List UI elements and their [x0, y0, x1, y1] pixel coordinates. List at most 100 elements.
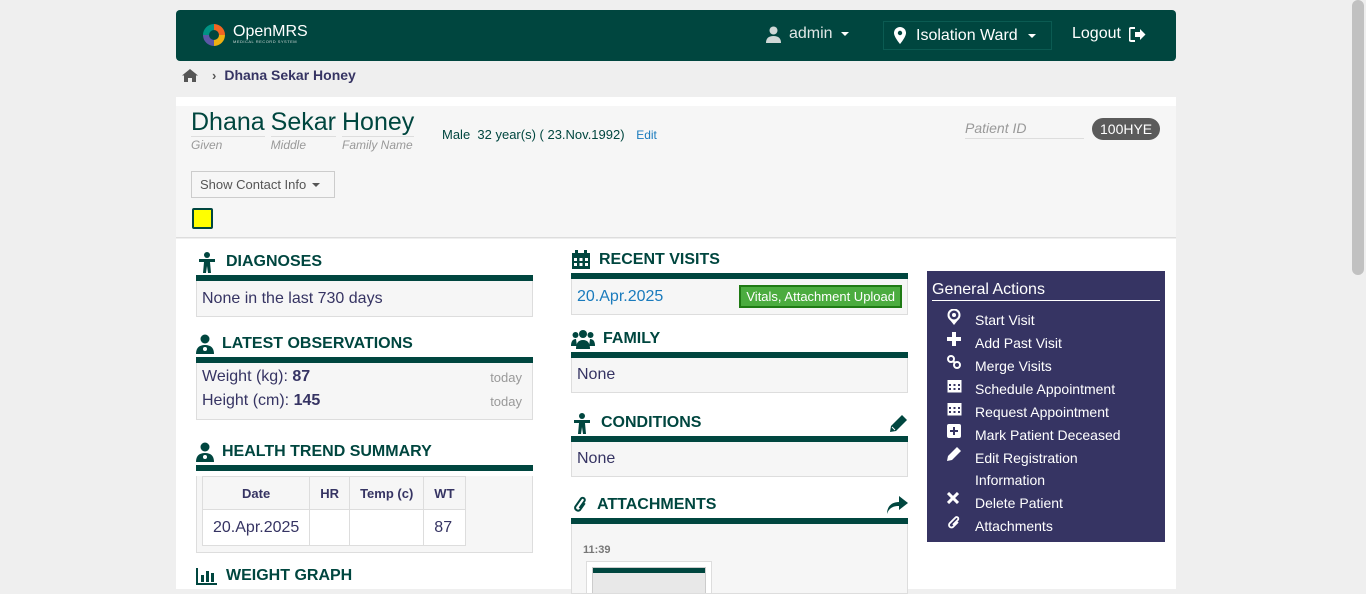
table-cell: 20.Apr.2025: [201, 509, 311, 546]
mark-deceased-action[interactable]: Mark Patient Deceased: [932, 424, 1160, 446]
edit-demographics-link[interactable]: Edit: [636, 128, 657, 142]
action-label: Edit Registration Information: [975, 450, 1078, 488]
table-cell: [349, 509, 425, 546]
logo-subtext: MEDICAL RECORD SYSTEM: [233, 39, 298, 44]
page-scrollbar[interactable]: [1352, 0, 1364, 275]
observation-row: Weight (kg): 87 today: [197, 365, 532, 389]
paperclip-icon: [947, 515, 963, 530]
observation-time: today: [490, 393, 522, 409]
recent-visits-title: RECENT VISITS: [599, 251, 720, 268]
show-contact-info-button[interactable]: Show Contact Info: [191, 171, 335, 198]
contact-button-label: Show Contact Info: [200, 177, 307, 192]
dashboard-content: DIAGNOSES None in the last 730 days LATE…: [176, 239, 1176, 594]
top-navbar: OpenMRS MEDICAL RECORD SYSTEM admin Isol…: [176, 10, 1176, 61]
table-cell: [309, 509, 351, 546]
conditions-text: None: [577, 450, 616, 467]
plus-icon: [947, 332, 963, 346]
column-header: WT: [423, 476, 466, 510]
sign-out-icon: [1128, 26, 1146, 42]
health-trend-section: HEALTH TREND SUMMARY Date HR Temp (c) WT…: [196, 441, 533, 553]
breadcrumb: › Dhana Sekar Honey: [182, 66, 356, 84]
family-section: FAMILY None: [571, 328, 908, 393]
action-label: Schedule Appointment: [975, 381, 1116, 397]
demographics-text: Male 32 year(s) ( 23.Nov.1992): [442, 127, 625, 142]
calendar-icon: [571, 250, 591, 270]
observation-time: today: [490, 369, 522, 385]
column-header: HR: [309, 476, 351, 510]
paperclip-icon: [571, 495, 589, 515]
weight-graph-section: WEIGHT GRAPH: [196, 565, 533, 587]
action-label: Mark Patient Deceased: [975, 427, 1121, 443]
username: admin: [789, 25, 833, 42]
map-marker-icon: [894, 27, 906, 44]
users-icon: [571, 329, 595, 349]
openmrs-logo-icon: [201, 22, 227, 48]
trend-title: HEALTH TREND SUMMARY: [222, 443, 432, 460]
weight-graph-title: WEIGHT GRAPH: [226, 567, 353, 584]
chevron-down-icon: [312, 182, 321, 187]
user-menu[interactable]: admin: [766, 25, 849, 43]
family-label: Family Name: [341, 138, 413, 152]
patient-id: Patient ID 100HYE: [965, 118, 1161, 140]
family-text: None: [577, 366, 616, 383]
table-cell: 87: [423, 509, 466, 546]
observation-value: 87: [292, 368, 311, 385]
chevron-right-icon: ›: [212, 67, 217, 83]
action-label: Request Appointment: [975, 404, 1109, 420]
diagnosis-icon: [196, 251, 218, 273]
sticky-note-icon[interactable]: [192, 208, 213, 229]
edit-registration-action[interactable]: Edit Registration Information: [932, 447, 1160, 491]
observation-label: Height (cm):: [202, 392, 290, 409]
observations-title: LATEST OBSERVATIONS: [222, 335, 413, 352]
chevron-down-icon: [1027, 33, 1036, 38]
chevron-down-icon: [840, 32, 849, 36]
attachment-thumbnail[interactable]: [586, 561, 712, 594]
action-label: Attachments: [975, 518, 1053, 534]
home-icon[interactable]: [182, 68, 198, 82]
middle-name: Sekar: [270, 108, 336, 137]
latest-observations-section: LATEST OBSERVATIONS Weight (kg): 87 toda…: [196, 333, 533, 420]
schedule-appointment-action[interactable]: Schedule Appointment: [932, 378, 1160, 400]
logout-label: Logout: [1072, 25, 1121, 42]
merge-visits-action[interactable]: Merge Visits: [932, 355, 1160, 377]
action-label: Merge Visits: [975, 358, 1052, 374]
patient-header: Dhana Given Sekar Middle Honey Family Na…: [176, 97, 1176, 238]
share-icon[interactable]: [886, 496, 908, 514]
trend-table: Date HR Temp (c) WT 20.Apr.2025 87: [201, 476, 466, 546]
calendar-icon: [947, 378, 963, 393]
bar-chart-icon: [196, 567, 218, 585]
start-visit-action[interactable]: Start Visit: [932, 309, 1160, 331]
demographics: Male 32 year(s) ( 23.Nov.1992) Edit: [442, 127, 657, 142]
observation-value: 145: [293, 392, 321, 409]
observation-row: Height (cm): 145 today: [197, 389, 532, 413]
attachments-title: ATTACHMENTS: [597, 496, 717, 513]
visit-date-link[interactable]: 20.Apr.2025: [577, 288, 663, 306]
table-row: 20.Apr.2025 87: [201, 509, 466, 546]
table-header-row: Date HR Temp (c) WT: [201, 476, 466, 510]
diagnoses-section: DIAGNOSES None in the last 730 days: [196, 251, 533, 317]
family-title: FAMILY: [603, 330, 661, 347]
close-icon: [947, 492, 963, 504]
family-name: Honey: [341, 108, 415, 137]
conditions-title: CONDITIONS: [601, 414, 702, 431]
location-selector[interactable]: Isolation Ward: [883, 21, 1052, 50]
breadcrumb-patient: Dhana Sekar Honey: [224, 67, 356, 83]
given-name: Dhana: [191, 108, 265, 137]
pencil-icon[interactable]: [889, 414, 908, 433]
calendar-icon: [947, 401, 963, 416]
delete-patient-action[interactable]: Delete Patient: [932, 492, 1160, 514]
location-name: Isolation Ward: [916, 26, 1018, 44]
column-header: Temp (c): [349, 476, 425, 510]
given-label: Given: [191, 138, 223, 152]
request-appointment-action[interactable]: Request Appointment: [932, 401, 1160, 423]
user-md-icon: [196, 442, 214, 462]
openmrs-logo[interactable]: OpenMRS MEDICAL RECORD SYSTEM: [201, 22, 308, 48]
recent-visits-section: RECENT VISITS 20.Apr.2025 Vitals, Attach…: [571, 249, 908, 315]
patient-name: Dhana Given Sekar Middle Honey Family Na…: [191, 108, 415, 152]
observation-label: Weight (kg):: [202, 368, 288, 385]
visit-encounter-tag: Vitals, Attachment Upload: [739, 285, 902, 308]
add-past-visit-action[interactable]: Add Past Visit: [932, 332, 1160, 354]
attachments-action[interactable]: Attachments: [932, 515, 1160, 537]
logout-link[interactable]: Logout: [1072, 25, 1146, 43]
diagnoses-title: DIAGNOSES: [226, 253, 323, 270]
